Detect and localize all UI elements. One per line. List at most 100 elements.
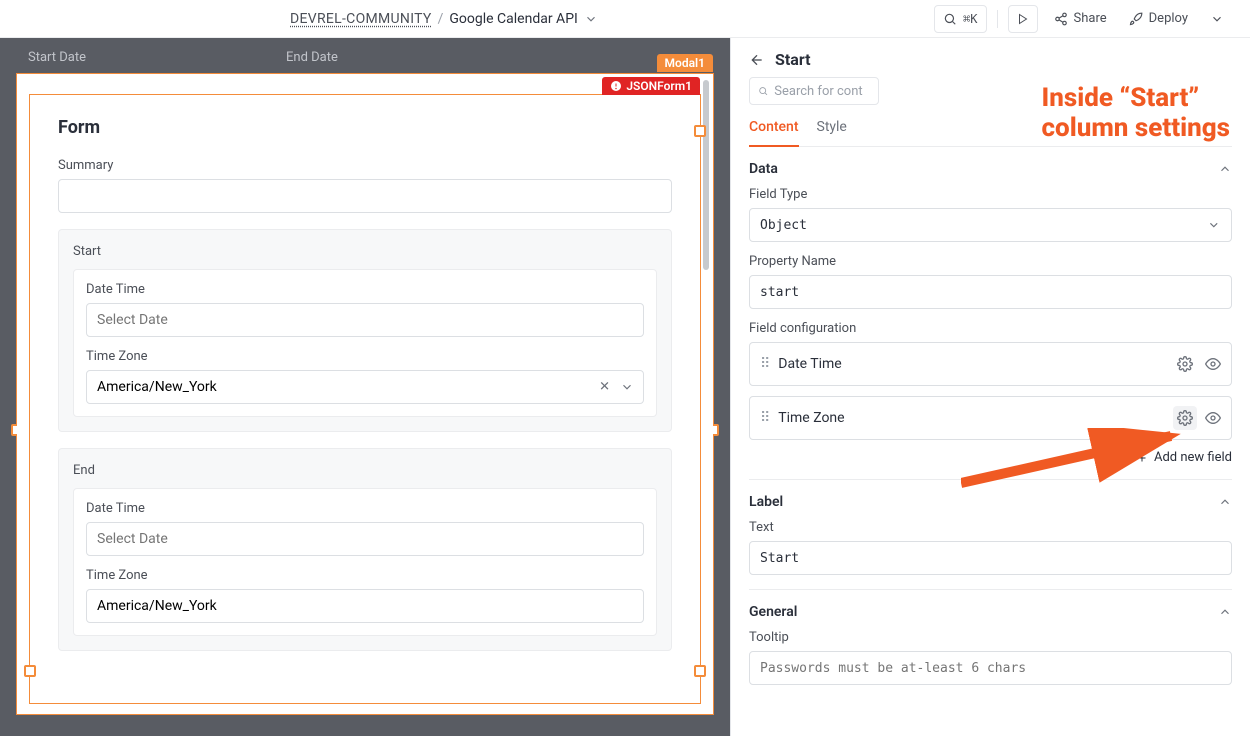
start-group-title: Start [73, 244, 657, 259]
gear-icon [1177, 356, 1193, 372]
command-palette-button[interactable]: ⌘K [934, 5, 986, 33]
field-visibility-button[interactable] [1205, 356, 1221, 372]
resize-handle-right-top[interactable] [694, 125, 706, 137]
summary-input[interactable] [58, 179, 672, 213]
section-data-title: Data [749, 161, 778, 177]
play-icon [1017, 13, 1029, 25]
chevron-down-icon [1207, 218, 1221, 232]
field-config-row[interactable]: ⠿ Time Zone [749, 396, 1232, 440]
command-shortcut-label: ⌘K [963, 12, 977, 26]
arrow-left-icon [749, 52, 765, 68]
top-actions: ⌘K Share Deploy [934, 5, 1230, 33]
chevron-up-icon[interactable] [1218, 495, 1232, 509]
jsonform-name-tag[interactable]: JSONForm1 [602, 77, 700, 95]
start-group: Start Date Time Time Zone ✕ [58, 229, 672, 432]
modal-scrollbar[interactable] [703, 80, 709, 270]
share-label: Share [1074, 11, 1107, 26]
modal-widget[interactable]: Modal1 JSONForm1 Form Summary [16, 73, 714, 715]
tab-content[interactable]: Content [749, 113, 799, 147]
breadcrumb-project[interactable]: Google Calendar API [449, 11, 577, 27]
field-type-select[interactable]: Object [749, 208, 1232, 242]
panel-tabs: Content Style [749, 113, 1232, 147]
field-type-label: Field Type [749, 187, 1232, 202]
search-icon [758, 85, 768, 97]
jsonform-widget[interactable]: JSONForm1 Form Summary Start Date Time [29, 94, 701, 704]
chevron-up-icon[interactable] [1218, 162, 1232, 176]
field-config-row[interactable]: ⠿ Date Time [749, 342, 1232, 386]
chevron-down-icon[interactable] [584, 12, 598, 26]
end-timezone-label: Time Zone [86, 568, 644, 583]
editor-canvas: Start Date End Date Modal1 JSONForm1 [0, 38, 730, 736]
start-datetime-input[interactable] [86, 303, 644, 337]
canvas-col-end-label: End Date [286, 50, 338, 65]
eye-icon [1205, 356, 1221, 372]
search-icon [943, 12, 957, 26]
divider [997, 10, 998, 28]
share-button[interactable]: Share [1048, 5, 1113, 33]
section-data: Data Field Type Object Property Name Fie… [749, 161, 1232, 480]
tooltip-input-wrap[interactable] [749, 651, 1232, 685]
panel-search[interactable] [749, 77, 879, 105]
section-general: General Tooltip [749, 604, 1232, 699]
gear-icon [1177, 410, 1193, 426]
chevron-down-icon[interactable] [620, 380, 634, 394]
end-group-title: End [73, 463, 657, 478]
breadcrumb-separator: / [438, 11, 444, 27]
tab-style[interactable]: Style [817, 113, 847, 146]
end-datetime-input[interactable] [86, 522, 644, 556]
start-datetime-label: Date Time [86, 282, 644, 297]
top-bar: DEVREL-COMMUNITY / Google Calendar API ⌘… [0, 0, 1250, 38]
form-card: Form Summary Start Date Time Time Zone [30, 95, 700, 673]
field-type-value: Object [760, 218, 1207, 233]
property-name-input-wrap[interactable] [749, 275, 1232, 309]
add-field-button[interactable]: Add new field [749, 450, 1232, 465]
deploy-button[interactable]: Deploy [1123, 5, 1194, 33]
field-config-label: Field configuration [749, 321, 1232, 336]
resize-handle-right[interactable] [694, 665, 706, 677]
chevron-up-icon[interactable] [1218, 605, 1232, 619]
label-text-input[interactable] [760, 551, 1221, 566]
start-timezone-select[interactable] [86, 370, 644, 404]
label-text-input-wrap[interactable] [749, 541, 1232, 575]
breadcrumb-org[interactable]: DEVREL-COMMUNITY [290, 11, 432, 27]
deploy-menu-button[interactable] [1204, 5, 1230, 33]
preview-button[interactable] [1008, 5, 1038, 33]
canvas-col-start-label: Start Date [28, 50, 86, 65]
drag-handle-icon[interactable]: ⠿ [760, 356, 768, 372]
start-timezone-label: Time Zone [86, 349, 644, 364]
panel-search-input[interactable] [774, 84, 870, 99]
end-datetime-label: Date Time [86, 501, 644, 516]
label-text-label: Text [749, 520, 1232, 535]
eye-icon [1205, 410, 1221, 426]
deploy-label: Deploy [1149, 11, 1188, 26]
modal-name-tag[interactable]: Modal1 [657, 54, 713, 72]
end-timezone-select[interactable] [86, 589, 644, 623]
drag-handle-icon[interactable]: ⠿ [760, 410, 768, 426]
property-name-input[interactable] [760, 285, 1221, 300]
clear-icon[interactable]: ✕ [599, 380, 610, 395]
field-settings-button[interactable] [1173, 406, 1197, 430]
end-group: End Date Time Time Zone [58, 448, 672, 651]
resize-handle-left[interactable] [24, 665, 36, 677]
summary-label: Summary [58, 158, 672, 173]
breadcrumb: DEVREL-COMMUNITY / Google Calendar API [290, 11, 598, 27]
section-label: Label Text [749, 494, 1232, 590]
plus-icon [1136, 452, 1148, 464]
tooltip-input[interactable] [760, 661, 1221, 676]
rocket-icon [1129, 12, 1143, 26]
share-icon [1054, 12, 1068, 26]
property-panel: Start Content Style Data Field Typ [730, 38, 1250, 736]
back-button[interactable] [749, 52, 765, 68]
property-name-label: Property Name [749, 254, 1232, 269]
form-title: Form [58, 117, 672, 138]
field-config-item-label: Date Time [778, 356, 841, 372]
field-settings-button[interactable] [1173, 352, 1197, 376]
field-visibility-button[interactable] [1205, 410, 1221, 426]
warning-icon [610, 80, 622, 92]
add-field-label: Add new field [1154, 450, 1232, 465]
chevron-down-icon [1210, 12, 1224, 26]
field-config-item-label: Time Zone [778, 410, 844, 426]
section-label-title: Label [749, 494, 783, 510]
tooltip-label: Tooltip [749, 630, 1232, 645]
panel-title: Start [775, 50, 811, 69]
